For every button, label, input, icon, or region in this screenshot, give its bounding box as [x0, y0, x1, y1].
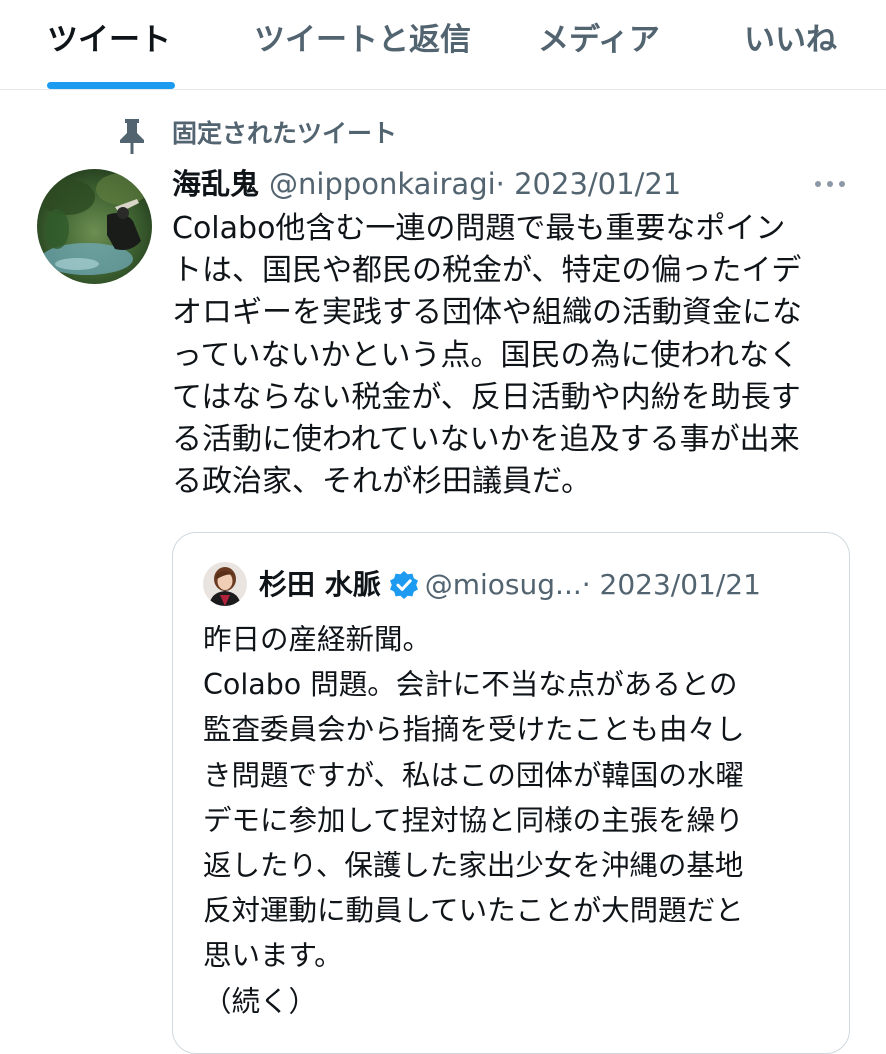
pinned-tweet-text: 固定されたツイート: [172, 119, 398, 148]
tweet-text-line: てはならない税金が、反日活動や内紛を助長す: [172, 379, 801, 415]
quoted-text-line: 監査委員会から指摘を受けたことも由々し: [203, 713, 745, 747]
author-handle[interactable]: @nipponkairagi: [269, 167, 496, 201]
tweet-date[interactable]: · 2023/01/21: [496, 167, 682, 201]
quoted-text-line: 反対運動に動員していたことが大問題だと: [203, 894, 744, 928]
tab-media[interactable]: メディア: [538, 20, 660, 60]
tweet-text-line: オロギーを実践する団体や組織の活動資金にな: [172, 295, 802, 331]
verified-badge-icon: [389, 571, 418, 599]
tweet-text-line: る活動に使われていないかを追及する事が出来: [172, 422, 800, 458]
quoted-text-line: デモに参加して捏対協と同様の主張を繰り: [203, 803, 744, 837]
quoted-author-avatar[interactable]: [203, 562, 247, 606]
quoted-author-handle[interactable]: @miosug...: [425, 568, 582, 601]
tweet-text: Colabo他含む一連の問題で最も重要なポイン トは、国民や都民の税金が、特定の…: [172, 208, 852, 503]
pin-icon: [120, 119, 144, 154]
tweet-text-line: Colabo他含む一連の問題で最も重要なポイン: [172, 211, 786, 246]
quoted-tweet-text: 昨日の産経新聞。 Colabo 問題。会計に不当な点があるとの 監査委員会から指…: [203, 617, 833, 1024]
quoted-text-line: 昨日の産経新聞。: [203, 623, 432, 656]
tweet-text-line: る政治家、それが杉田議員だ。: [172, 464, 592, 500]
tab-tweets[interactable]: ツイート: [47, 20, 171, 60]
quoted-text-line: （続く）: [203, 984, 318, 1018]
tab-tweets-and-replies[interactable]: ツイートと返信: [254, 20, 471, 60]
tweet-header: 海乱鬼 @nipponkairagi· 2023/01/21: [172, 162, 681, 206]
quoted-text-line: き問題ですが、私はこの団体が韓国の水曜: [203, 758, 744, 792]
quoted-text-line: Colabo 問題。会計に不当な点があるとの: [203, 668, 738, 702]
quoted-author-name[interactable]: 杉田 水脈: [259, 568, 381, 601]
profile-tabs: ツイート ツイートと返信 メディア いいね: [0, 0, 886, 90]
author-name[interactable]: 海乱鬼: [172, 167, 259, 201]
quoted-tweet-card[interactable]: 杉田 水脈 @miosug...· 2023/01/21 昨日の産経新聞。 Co…: [172, 532, 850, 1054]
quoted-tweet-date: · 2023/01/21: [581, 568, 761, 601]
more-horizontal-icon[interactable]: [812, 178, 848, 190]
tweet-text-line: トは、国民や都民の税金が、特定の偏ったイデ: [172, 253, 802, 289]
tab-likes[interactable]: いいね: [744, 20, 837, 60]
avatar[interactable]: [37, 169, 152, 284]
quoted-text-line: 返したり、保護した家出少女を沖縄の基地: [203, 849, 744, 883]
quoted-text-line: 思います。: [203, 939, 343, 973]
active-tab-indicator: [47, 82, 175, 89]
quoted-tweet-header: 杉田 水脈 @miosug...· 2023/01/21: [259, 563, 761, 607]
tweet-text-line: っていないかという点。国民の為に使われなく: [172, 337, 799, 373]
